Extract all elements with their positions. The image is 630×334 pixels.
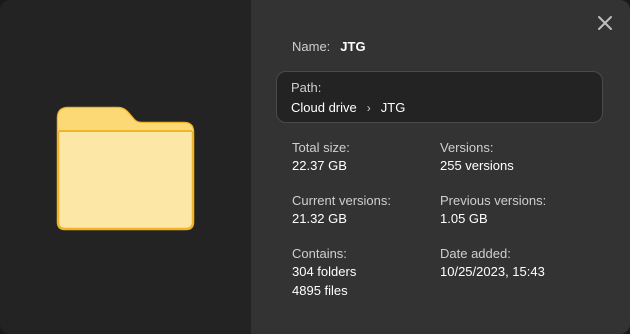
close-icon[interactable] [594,12,616,34]
folder-info-dialog: Name: JTG Path: Cloud drive › JTG Total … [0,0,630,334]
previous-versions-value: 1.05 GB [440,211,488,226]
folder-icon [56,106,195,231]
breadcrumb-jtg[interactable]: JTG [381,100,406,116]
name-label: Name: [292,39,331,54]
versions-label: Versions: [440,140,494,155]
date-added-label: Date added: [440,246,511,261]
chevron-right-icon: › [366,101,371,115]
versions: Versions: 255 versions [440,139,600,175]
previous-versions-label: Previous versions: [440,193,547,208]
current-versions: Current versions: 21.32 GB [292,192,440,228]
total-size-value: 22.37 GB [292,158,347,173]
breadcrumb-cloud-drive[interactable]: Cloud drive [291,100,357,116]
versions-value: 255 versions [440,158,514,173]
contains-files-value: 4895 files [292,283,348,298]
date-added: Date added: 10/25/2023, 15:43 [440,245,600,300]
path-box: Path: Cloud drive › JTG [276,71,603,123]
path-label: Path: [291,80,322,95]
info-grid: Total size: 22.37 GB Versions: 255 versi… [292,139,612,300]
name-row: Name: JTG [292,39,366,54]
current-versions-value: 21.32 GB [292,211,347,226]
total-size-label: Total size: [292,140,350,155]
current-versions-label: Current versions: [292,193,391,208]
total-size: Total size: 22.37 GB [292,139,440,175]
breadcrumb: Cloud drive › JTG [291,100,588,116]
date-added-value: 10/25/2023, 15:43 [440,264,545,279]
details-pane: Name: JTG Path: Cloud drive › JTG Total … [251,0,630,334]
contains: Contains: 304 folders 4895 files [292,245,440,300]
name-value: JTG [340,39,366,54]
previous-versions: Previous versions: 1.05 GB [440,192,600,228]
contains-folders-value: 304 folders [292,264,357,279]
preview-pane [0,0,251,334]
contains-label: Contains: [292,246,347,261]
